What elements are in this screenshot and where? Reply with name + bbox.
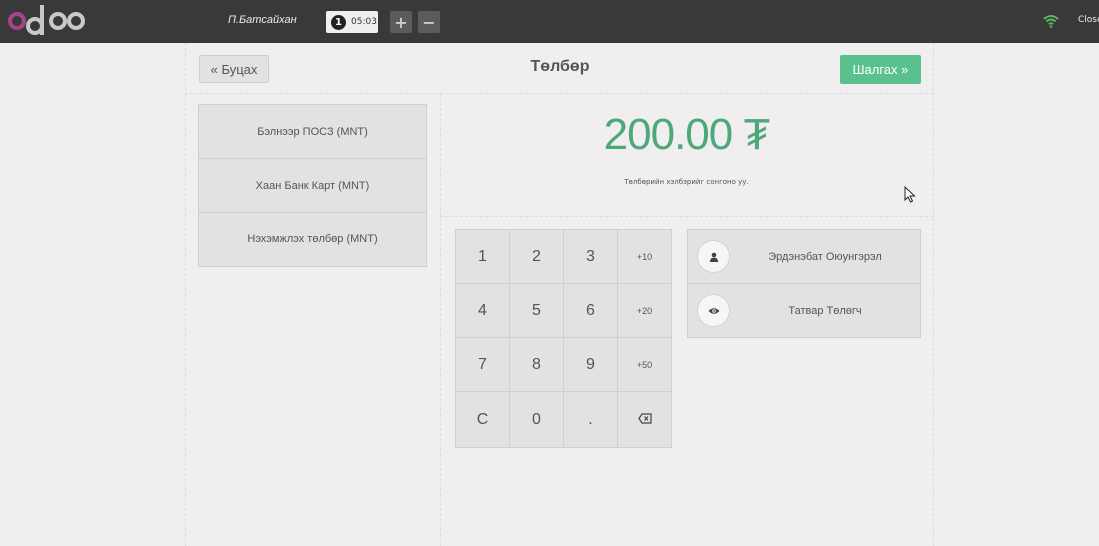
cashier-name[interactable]: П.Батсайхан xyxy=(228,14,297,26)
numpad-key-plus50[interactable]: +50 xyxy=(618,338,671,392)
numpad-key-0[interactable]: 0 xyxy=(510,392,564,447)
divider xyxy=(440,93,441,546)
backspace-icon xyxy=(637,411,652,429)
numpad-key-1[interactable]: 1 xyxy=(456,230,510,284)
remove-order-button[interactable]: − xyxy=(418,11,440,33)
top-bar: П.Батсайхан 1 05:03 + − Close xyxy=(0,0,1099,43)
wifi-icon xyxy=(1040,10,1062,32)
divider xyxy=(185,93,933,94)
numpad-key-plus10[interactable]: +10 xyxy=(618,230,671,284)
payment-methods-list: Бэлнээр ПОСЗ (MNT) Хаан Банк Карт (MNT) … xyxy=(198,104,427,267)
numpad-key-5[interactable]: 5 xyxy=(510,284,564,338)
numpad-key-6[interactable]: 6 xyxy=(564,284,618,338)
numpad-key-dot[interactable]: . xyxy=(564,392,618,447)
customer-name: Эрдэнэбат Оюунгэрэл xyxy=(768,250,882,263)
back-button[interactable]: « Буцах xyxy=(199,55,269,83)
eye-icon xyxy=(697,294,730,327)
close-button[interactable]: Close xyxy=(1078,15,1099,25)
payment-total: 200.00 ₮ xyxy=(603,110,771,159)
payment-method-invoice[interactable]: Нэхэмжлэх төлбөр (MNT) xyxy=(198,212,427,267)
numpad-key-3[interactable]: 3 xyxy=(564,230,618,284)
order-time: 05:03 xyxy=(351,17,377,27)
divider xyxy=(440,216,933,217)
user-icon xyxy=(697,240,730,273)
validate-button[interactable]: Шалгах » xyxy=(840,55,921,84)
add-order-button[interactable]: + xyxy=(390,11,412,33)
payment-method-cash[interactable]: Бэлнээр ПОСЗ (MNT) xyxy=(198,104,427,158)
numpad-key-clear[interactable]: C xyxy=(456,392,510,447)
divider xyxy=(933,43,934,546)
numpad-key-2[interactable]: 2 xyxy=(510,230,564,284)
payment-actions: Эрдэнэбат Оюунгэрэл Татвар Төлөгч xyxy=(687,229,921,338)
mouse-cursor-icon xyxy=(904,185,916,207)
customer-button[interactable]: Эрдэнэбат Оюунгэрэл xyxy=(687,229,921,283)
order-number-badge: 1 xyxy=(331,14,346,30)
taxpayer-label: Татвар Төлөгч xyxy=(788,304,862,317)
numpad-key-8[interactable]: 8 xyxy=(510,338,564,392)
numpad-key-7[interactable]: 7 xyxy=(456,338,510,392)
payment-hint: Төлбөрийн хэлбэрийг сонгоно уу. xyxy=(624,178,749,186)
numpad-key-plus20[interactable]: +20 xyxy=(618,284,671,338)
payment-method-khan-bank-card[interactable]: Хаан Банк Карт (MNT) xyxy=(198,158,427,212)
numpad-key-4[interactable]: 4 xyxy=(456,284,510,338)
numpad-key-9[interactable]: 9 xyxy=(564,338,618,392)
numpad: 1 2 3 +10 4 5 6 +20 7 8 9 +50 C 0 . xyxy=(455,229,672,448)
odoo-logo xyxy=(8,4,85,38)
divider xyxy=(185,43,186,546)
page-title: Төлбөр xyxy=(530,58,590,75)
taxpayer-button[interactable]: Татвар Төлөгч xyxy=(687,283,921,338)
numpad-key-backspace[interactable] xyxy=(618,392,671,447)
order-tab[interactable]: 1 05:03 xyxy=(326,11,378,33)
